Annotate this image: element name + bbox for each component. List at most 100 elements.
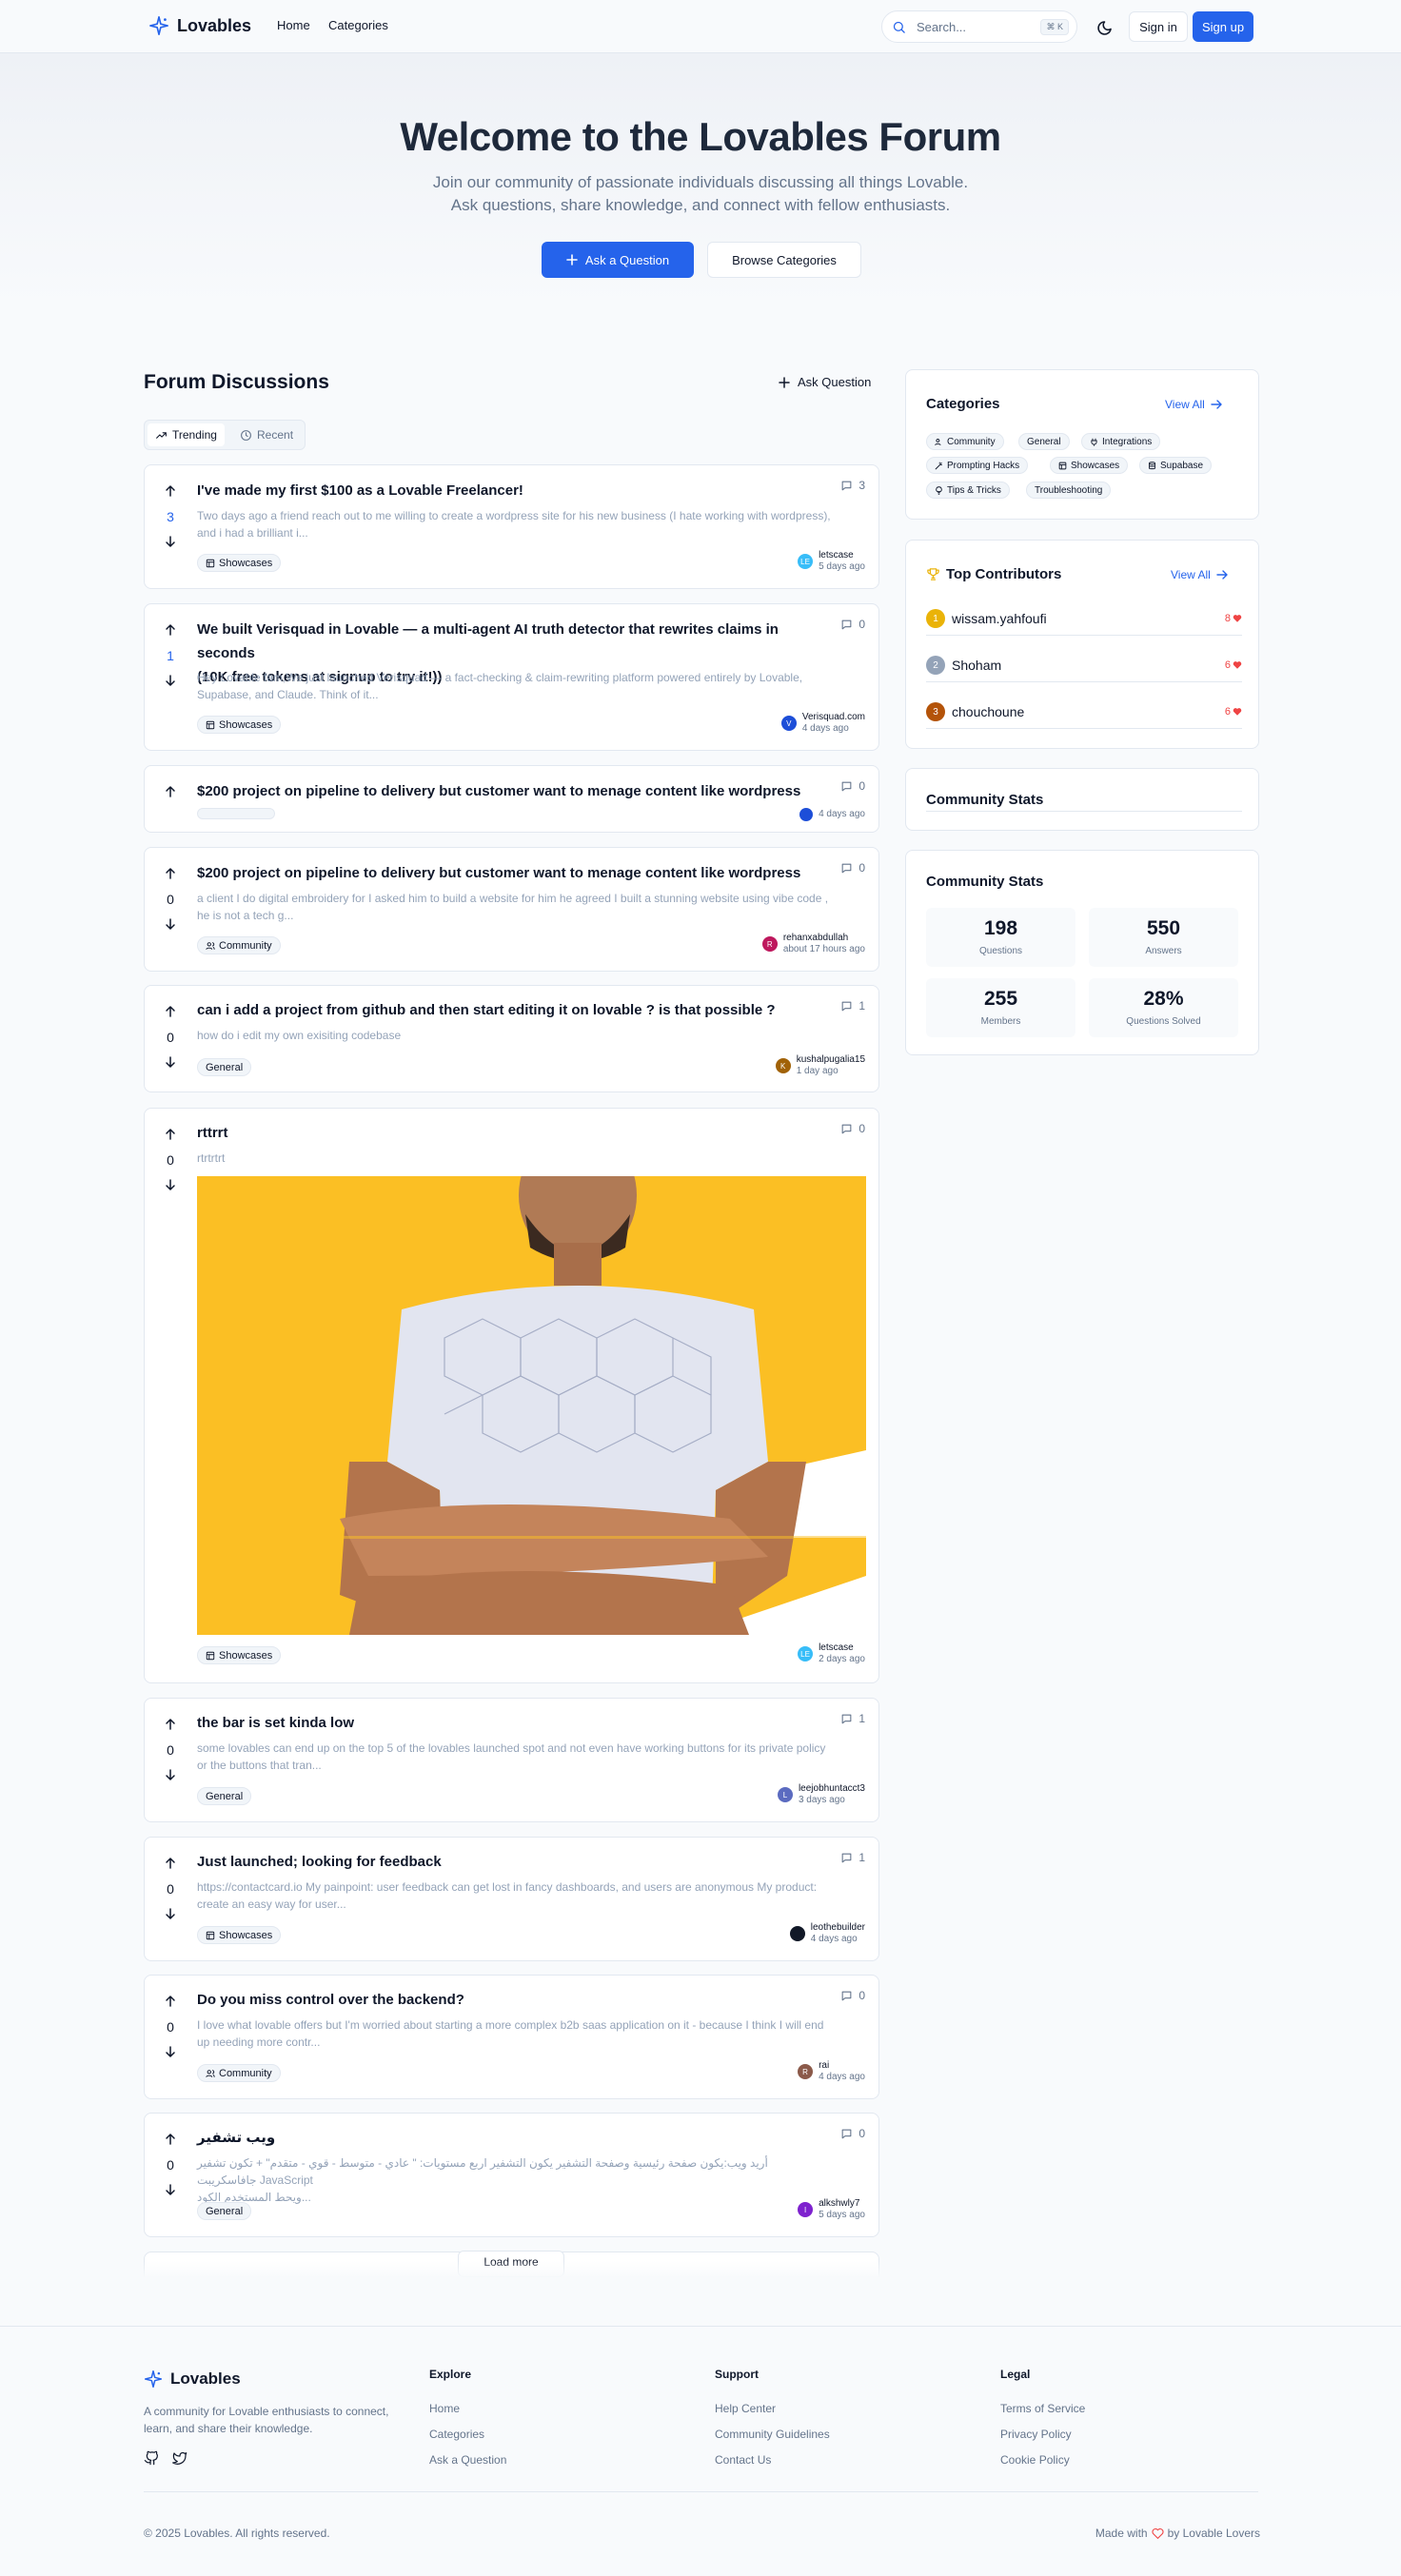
footer-link-home[interactable]: Home xyxy=(429,2402,460,2415)
post-card[interactable]: 0 $200 project on pipeline to delivery b… xyxy=(144,847,879,972)
contributor-row[interactable]: 3 chouchoune 6 xyxy=(926,700,1242,729)
post-card[interactable]: 3 I've made my first $100 as a Lovable F… xyxy=(144,464,879,589)
sign-up-button[interactable]: Sign up xyxy=(1193,11,1253,42)
footer-link-contact-us[interactable]: Contact Us xyxy=(715,2453,771,2467)
category-tag[interactable]: Showcases xyxy=(197,716,282,734)
tab-trending[interactable]: Trending xyxy=(148,423,225,446)
theme-toggle-button[interactable] xyxy=(1095,15,1117,38)
post-title[interactable]: can i add a project from github and then… xyxy=(197,998,776,1022)
post-author[interactable]: LE letscase 5 days ago xyxy=(798,550,865,573)
category-pill-general[interactable]: General xyxy=(1018,433,1070,450)
arrow-up-icon[interactable] xyxy=(164,1128,177,1141)
arrow-up-icon[interactable] xyxy=(164,1995,177,2008)
category-pill-tips-tricks[interactable]: Tips & Tricks xyxy=(926,482,1010,499)
post-image[interactable] xyxy=(197,1176,866,1635)
arrow-up-icon[interactable] xyxy=(164,623,177,637)
post-card[interactable]: 1 We built Verisquad in Lovable — a mult… xyxy=(144,603,879,751)
arrow-down-icon[interactable] xyxy=(164,2183,177,2196)
nav-categories[interactable]: Categories xyxy=(328,18,388,32)
post-title[interactable]: Do you miss control over the backend? xyxy=(197,1988,464,2012)
arrow-down-icon[interactable] xyxy=(164,1178,177,1191)
post-title[interactable]: rttrrt xyxy=(197,1121,228,1145)
message-icon xyxy=(841,1991,852,2000)
contributors-view-all-link[interactable]: View All xyxy=(1171,568,1228,581)
category-pill-showcases[interactable]: Showcases xyxy=(1050,457,1129,474)
post-card[interactable]: 0 Just launched; looking for feedback ht… xyxy=(144,1837,879,1961)
arrow-down-icon[interactable] xyxy=(164,1907,177,1920)
arrow-down-icon[interactable] xyxy=(164,535,177,548)
post-author[interactable]: R rehanxabdullah about 17 hours ago xyxy=(761,933,865,955)
footer-link-cookies[interactable]: Cookie Policy xyxy=(1000,2453,1070,2467)
arrow-up-icon[interactable] xyxy=(164,785,177,798)
footer-link-terms[interactable]: Terms of Service xyxy=(1000,2402,1085,2415)
comment-count-value: 0 xyxy=(858,779,865,793)
post-card[interactable]: $200 project on pipeline to delivery but… xyxy=(144,765,879,833)
post-card[interactable]: 0 rttrrt rtrtrtrt 0 Showcases LE letscas… xyxy=(144,1108,879,1683)
post-title[interactable]: the bar is set kinda low xyxy=(197,1711,354,1735)
twitter-link[interactable] xyxy=(172,2450,187,2466)
post-title[interactable]: $200 project on pipeline to delivery but… xyxy=(197,779,800,803)
post-excerpt-line: Hey Lovable fam,We just launched Verisqu… xyxy=(197,671,803,684)
category-pill-troubleshooting[interactable]: Troubleshooting xyxy=(1026,482,1112,499)
ask-question-link[interactable]: Ask Question xyxy=(779,375,871,389)
post-title[interactable]: $200 project on pipeline to delivery but… xyxy=(197,861,800,885)
category-pill-integrations[interactable]: Integrations xyxy=(1081,433,1161,450)
arrow-down-icon[interactable] xyxy=(164,917,177,931)
post-author[interactable]: leothebuilder 4 days ago xyxy=(789,1922,865,1945)
site-logo[interactable]: Lovables xyxy=(148,15,251,36)
post-author[interactable]: V Verisquad.com 4 days ago xyxy=(780,712,865,735)
category-tag[interactable]: General xyxy=(197,2202,252,2220)
category-tag[interactable]: Community xyxy=(197,936,281,954)
github-link[interactable] xyxy=(144,2450,159,2466)
post-card[interactable]: 0 can i add a project from github and th… xyxy=(144,985,879,1092)
footer-link-community-guidelines[interactable]: Community Guidelines xyxy=(715,2428,830,2441)
arrow-up-icon[interactable] xyxy=(164,1005,177,1018)
contributor-row[interactable]: 2 Shoham 6 xyxy=(926,654,1242,682)
arrow-up-icon[interactable] xyxy=(164,2133,177,2146)
post-author[interactable]: R rai 4 days ago xyxy=(798,2060,865,2083)
footer-link-ask-question[interactable]: Ask a Question xyxy=(429,2453,506,2467)
category-tag[interactable]: Community xyxy=(197,2064,281,2082)
post-author[interactable]: L leejobhuntacct3 3 days ago xyxy=(777,1783,865,1806)
post-card[interactable]: 0 ويب تشفير أريد ويب:يكون صفحة رئيسية وص… xyxy=(144,2113,879,2237)
post-author[interactable]: LE letscase 2 days ago xyxy=(798,1642,865,1665)
category-pill-supabase[interactable]: Supabase xyxy=(1139,457,1213,474)
arrow-up-icon[interactable] xyxy=(164,1857,177,1870)
browse-categories-button[interactable]: Browse Categories xyxy=(707,242,861,278)
footer-link-categories[interactable]: Categories xyxy=(429,2428,484,2441)
nav-home[interactable]: Home xyxy=(277,18,310,32)
category-pill-community[interactable]: Community xyxy=(926,433,1004,450)
sign-in-button[interactable]: Sign in xyxy=(1129,11,1188,42)
post-author[interactable]: K kushalpugalia15 1 day ago xyxy=(775,1054,865,1077)
tab-recent[interactable]: Recent xyxy=(232,423,301,446)
category-tag[interactable]: Showcases xyxy=(197,1926,282,1944)
search-input[interactable]: Search... ⌘ K xyxy=(881,10,1077,43)
category-tag[interactable]: Showcases xyxy=(197,1646,282,1664)
category-tag[interactable]: Showcases xyxy=(197,554,282,572)
footer-link-help-center[interactable]: Help Center xyxy=(715,2402,776,2415)
arrow-up-icon[interactable] xyxy=(164,867,177,880)
contributor-row[interactable]: 1 wissam.yahfoufi 8 xyxy=(926,607,1242,636)
arrow-down-icon[interactable] xyxy=(164,1055,177,1069)
stat-label: Members xyxy=(980,1016,1021,1027)
category-pill-prompting-hacks[interactable]: Prompting Hacks xyxy=(926,457,1029,474)
arrow-down-icon[interactable] xyxy=(164,2045,177,2058)
category-tag[interactable]: General xyxy=(197,1787,252,1805)
search-placeholder: Search... xyxy=(917,20,967,34)
post-author[interactable]: 4 days ago xyxy=(799,808,865,821)
ask-question-button[interactable]: Ask a Question xyxy=(542,242,694,278)
category-tag[interactable]: General xyxy=(197,1058,252,1076)
footer-logo[interactable]: Lovables xyxy=(144,2370,241,2389)
arrow-up-icon[interactable] xyxy=(164,1718,177,1731)
arrow-down-icon[interactable] xyxy=(164,674,177,687)
post-title[interactable]: Just launched; looking for feedback xyxy=(197,1850,442,1874)
post-card[interactable]: 0 Do you miss control over the backend? … xyxy=(144,1975,879,2099)
post-author[interactable]: I alkshwly7 5 days ago xyxy=(798,2198,865,2221)
arrow-up-icon[interactable] xyxy=(164,484,177,498)
footer-link-privacy[interactable]: Privacy Policy xyxy=(1000,2428,1072,2441)
post-title[interactable]: I've made my first $100 as a Lovable Fre… xyxy=(197,479,523,502)
categories-view-all-link[interactable]: View All xyxy=(1165,398,1222,411)
post-title[interactable]: ويب تشفير xyxy=(197,2126,275,2150)
post-card[interactable]: 0 the bar is set kinda low some lovables… xyxy=(144,1698,879,1822)
arrow-down-icon[interactable] xyxy=(164,1768,177,1781)
